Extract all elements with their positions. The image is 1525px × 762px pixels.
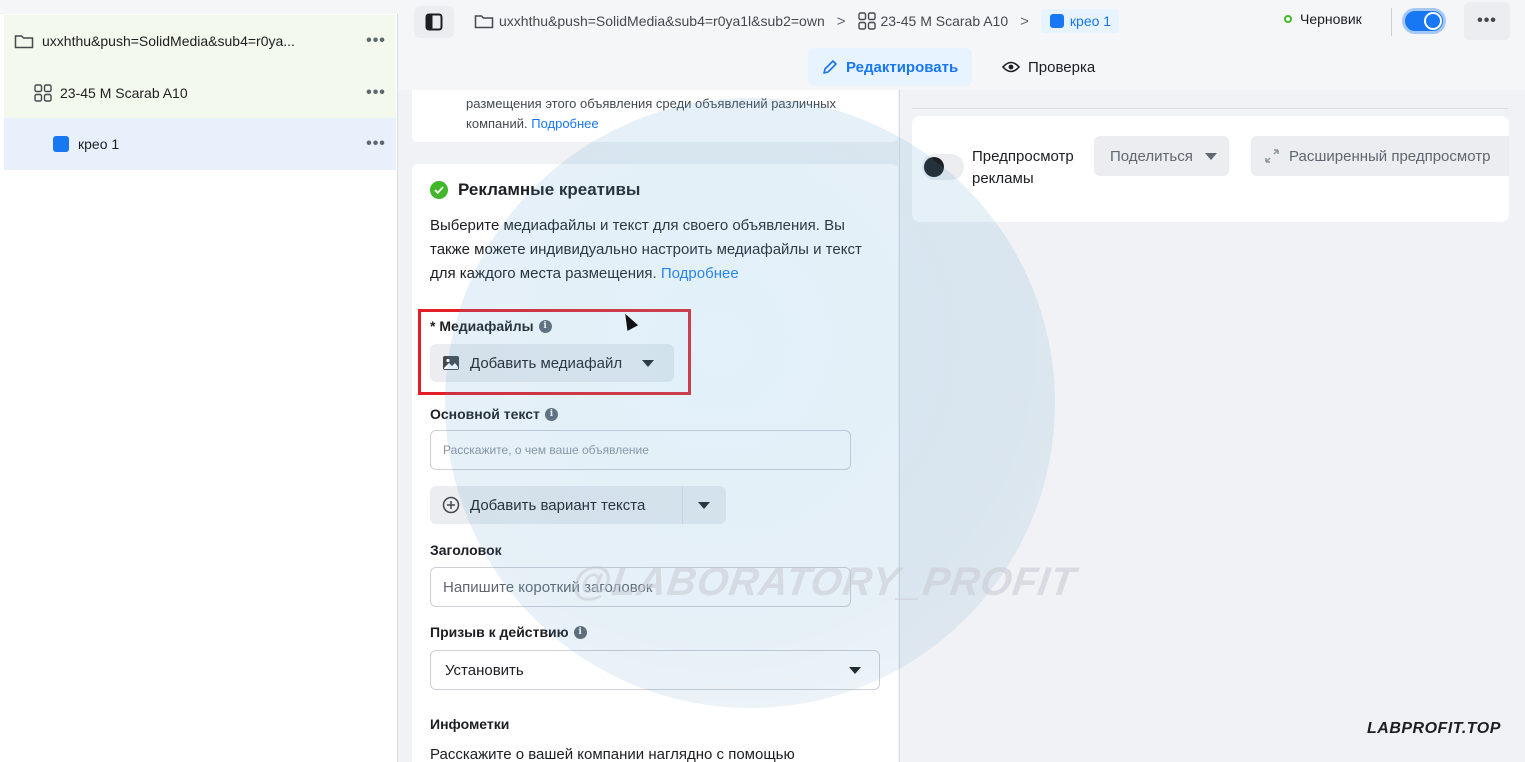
- breadcrumb-ad-label: крео 1: [1069, 13, 1112, 29]
- chevron-down-icon: [642, 359, 655, 367]
- more-options-button[interactable]: •••: [1464, 2, 1510, 40]
- ad-creative-card: Рекламные креативы Выберите медиафайлы и…: [412, 164, 898, 762]
- breadcrumb-campaign[interactable]: uxxhthu&push=SolidMedia&sub4=r0ya1l&sub2…: [474, 13, 825, 29]
- media-label-text: * Медиафайлы: [430, 318, 534, 334]
- status-label: Черновик: [1300, 11, 1362, 27]
- sidebar-top-strip: [0, 0, 398, 14]
- section-title: Рекламные креативы: [430, 180, 640, 200]
- preview-toggle-label: Предпросмотр рекламы: [972, 148, 1074, 187]
- campaign-more-button[interactable]: •••: [356, 32, 396, 50]
- sidebar-item-campaign[interactable]: uxxhthu&push=SolidMedia&sub4=r0ya... •••: [4, 15, 396, 67]
- breadcrumb-separator: >: [836, 12, 846, 30]
- status-badge: Черновик: [1284, 11, 1362, 27]
- chevron-down-icon: [849, 667, 861, 674]
- breadcrumb-campaign-label: uxxhthu&push=SolidMedia&sub4=r0ya1l&sub2…: [499, 13, 825, 29]
- media-label: * Медиафайлы i: [430, 318, 552, 334]
- divider: [1391, 8, 1392, 36]
- headline-label: Заголовок: [430, 542, 502, 558]
- toggle-knob: [1424, 12, 1442, 30]
- cta-label-text: Призыв к действию: [430, 624, 569, 640]
- advanced-preview-button[interactable]: Расширенный предпросмотр: [1251, 136, 1509, 176]
- eye-icon: [1002, 61, 1020, 73]
- ad-square-icon: [1049, 14, 1064, 28]
- campaign-label: uxxhthu&push=SolidMedia&sub4=r0ya...: [42, 33, 295, 49]
- section-title-label: Рекламные креативы: [458, 180, 641, 199]
- info-icon[interactable]: i: [573, 625, 587, 639]
- split-divider: [682, 486, 683, 524]
- toggle-panel-button[interactable]: [414, 6, 454, 38]
- breadcrumb-ad[interactable]: крео 1: [1040, 9, 1120, 33]
- adset-grid-icon: [34, 84, 52, 102]
- preview-toggle[interactable]: [922, 154, 964, 180]
- breadcrumb: uxxhthu&push=SolidMedia&sub4=r0ya1l&sub2…: [474, 0, 1120, 42]
- placement-info-card: размещения этого объявления среди объявл…: [412, 90, 898, 142]
- placement-info-text: размещения этого объявления среди объявл…: [466, 94, 886, 134]
- mode-tabs: Редактировать Проверка: [398, 44, 1525, 90]
- chevron-down-icon[interactable]: [698, 502, 710, 509]
- image-icon: [443, 356, 459, 370]
- share-label: Поделиться: [1110, 147, 1193, 165]
- tab-review[interactable]: Проверка: [988, 48, 1109, 86]
- infotags-label: Инфометки: [430, 716, 509, 732]
- brand-label: LABPROFIT.TOP: [1367, 720, 1501, 737]
- add-text-variant-button[interactable]: Добавить вариант текста: [430, 486, 726, 524]
- check-circle-icon: [430, 181, 448, 199]
- sidebar-item-ad[interactable]: крео 1 •••: [4, 118, 396, 170]
- breadcrumb-separator: >: [1020, 12, 1029, 30]
- tab-edit-label: Редактировать: [846, 58, 959, 76]
- infotags-label-text: Инфометки: [430, 716, 510, 732]
- adset-label: 23-45 M Scarab A10: [60, 85, 188, 101]
- add-media-button[interactable]: Добавить медиафайл: [430, 344, 674, 382]
- pencil-icon: [823, 60, 837, 74]
- add-media-label: Добавить медиафайл: [470, 354, 623, 372]
- primary-text-label: Основной текст i: [430, 406, 558, 422]
- panel-icon: [425, 13, 443, 31]
- ad-more-button[interactable]: •••: [356, 135, 396, 153]
- top-bar: uxxhthu&push=SolidMedia&sub4=r0ya1l&sub2…: [398, 0, 1525, 44]
- adset-more-button[interactable]: •••: [356, 84, 396, 102]
- folder-icon: [14, 33, 34, 49]
- section-description: Выберите медиафайлы и текст для своего о…: [430, 214, 880, 286]
- preview-card: Предпросмотр рекламы Поделиться Расширен…: [912, 116, 1509, 222]
- ad-active-toggle[interactable]: [1402, 8, 1446, 34]
- breadcrumb-adset-label: 23-45 M Scarab A10: [880, 13, 1009, 29]
- cta-select[interactable]: Установить: [430, 650, 880, 690]
- primary-text-label-text: Основной текст: [430, 406, 540, 422]
- cta-label: Призыв к действию i: [430, 624, 587, 640]
- section-description-text: Выберите медиафайлы и текст для своего о…: [430, 217, 862, 282]
- add-text-variant-label: Добавить вариант текста: [470, 496, 646, 514]
- infotags-description: Расскажите о вашей компании наглядно с п…: [430, 746, 795, 762]
- advanced-preview-label: Расширенный предпросмотр: [1289, 147, 1491, 165]
- preview-panel: Предпросмотр рекламы Поделиться Расширен…: [900, 90, 1525, 762]
- learn-more-link[interactable]: Подробнее: [661, 265, 739, 282]
- editor-panel: размещения этого объявления среди объявл…: [398, 90, 900, 762]
- share-button[interactable]: Поделиться: [1094, 136, 1229, 176]
- ad-square-icon: [52, 135, 70, 153]
- expand-icon: [1265, 149, 1279, 163]
- adset-grid-icon: [857, 12, 876, 30]
- divider: [912, 108, 1508, 109]
- plus-circle-icon: [442, 496, 460, 514]
- campaign-tree-sidebar: uxxhthu&push=SolidMedia&sub4=r0ya... •••…: [0, 0, 398, 762]
- tab-review-label: Проверка: [1028, 58, 1096, 76]
- folder-icon: [474, 15, 494, 29]
- headline-label-text: Заголовок: [430, 542, 502, 558]
- placement-info-desc: размещения этого объявления среди объявл…: [466, 96, 836, 131]
- breadcrumb-adset[interactable]: 23-45 M Scarab A10: [857, 12, 1009, 30]
- chevron-down-icon: [1204, 152, 1217, 160]
- primary-text-input[interactable]: Расскажите, о чем ваше объявление: [430, 430, 851, 470]
- ad-label: крео 1: [78, 136, 120, 152]
- toggle-knob: [924, 157, 944, 177]
- sidebar-item-adset[interactable]: 23-45 M Scarab A10 •••: [4, 67, 396, 119]
- headline-input[interactable]: Напишите короткий заголовок: [430, 567, 851, 607]
- info-icon[interactable]: i: [544, 407, 558, 421]
- cta-value: Установить: [445, 661, 524, 679]
- status-dot-icon: [1284, 15, 1292, 23]
- tab-edit[interactable]: Редактировать: [808, 48, 973, 86]
- learn-more-link[interactable]: Подробнее: [531, 116, 598, 131]
- info-icon[interactable]: i: [538, 319, 552, 333]
